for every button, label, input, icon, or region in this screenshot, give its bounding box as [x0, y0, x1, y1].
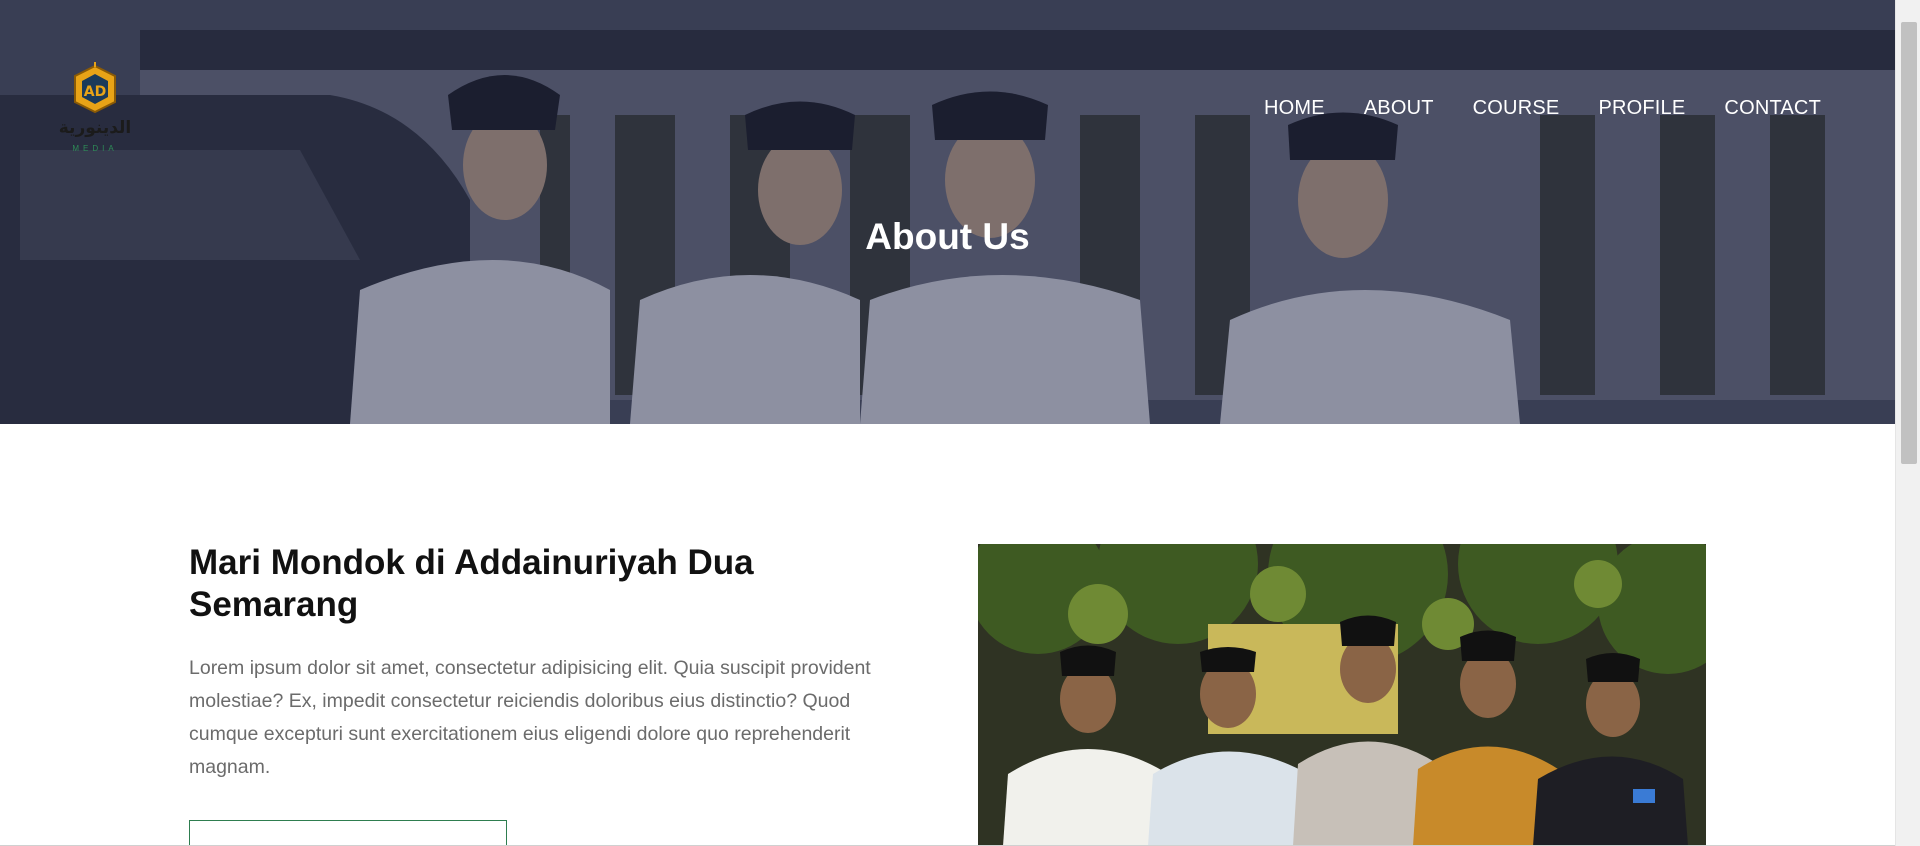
- page-title: About Us: [865, 216, 1030, 257]
- site-logo[interactable]: AD الدينورية MEDIA: [52, 62, 138, 158]
- nav-profile[interactable]: PROFILE: [1598, 97, 1685, 120]
- nav-course[interactable]: COURSE: [1473, 97, 1560, 120]
- nav-contact[interactable]: CONTACT: [1724, 97, 1821, 120]
- hero-banner: AD الدينورية MEDIA HOME ABOUT COURSE PRO…: [0, 0, 1895, 424]
- students-group-photo: [978, 544, 1706, 846]
- logo-arabic-text: الدينورية: [58, 118, 132, 138]
- nav-home[interactable]: HOME: [1264, 97, 1325, 120]
- svg-text:AD: AD: [84, 84, 106, 100]
- nav-about[interactable]: ABOUT: [1364, 97, 1434, 120]
- page: AD الدينورية MEDIA HOME ABOUT COURSE PRO…: [0, 0, 1895, 846]
- about-heading: Mari Mondok di Addainuriyah Dua Semarang: [189, 543, 754, 624]
- about-paragraph: Lorem ipsum dolor sit amet, consectetur …: [189, 657, 871, 778]
- vertical-scrollbar[interactable]: [1895, 0, 1920, 846]
- visit-now-button[interactable]: KUNJUNGI SEKARANG: [189, 820, 507, 846]
- scrollbar-thumb[interactable]: [1901, 22, 1917, 464]
- hero-overlay: [0, 0, 1895, 424]
- main-nav: HOME ABOUT COURSE PROFILE CONTACT: [1225, 97, 1821, 120]
- logo-emblem-icon: AD: [74, 62, 116, 114]
- logo-media-text: MEDIA: [72, 144, 118, 153]
